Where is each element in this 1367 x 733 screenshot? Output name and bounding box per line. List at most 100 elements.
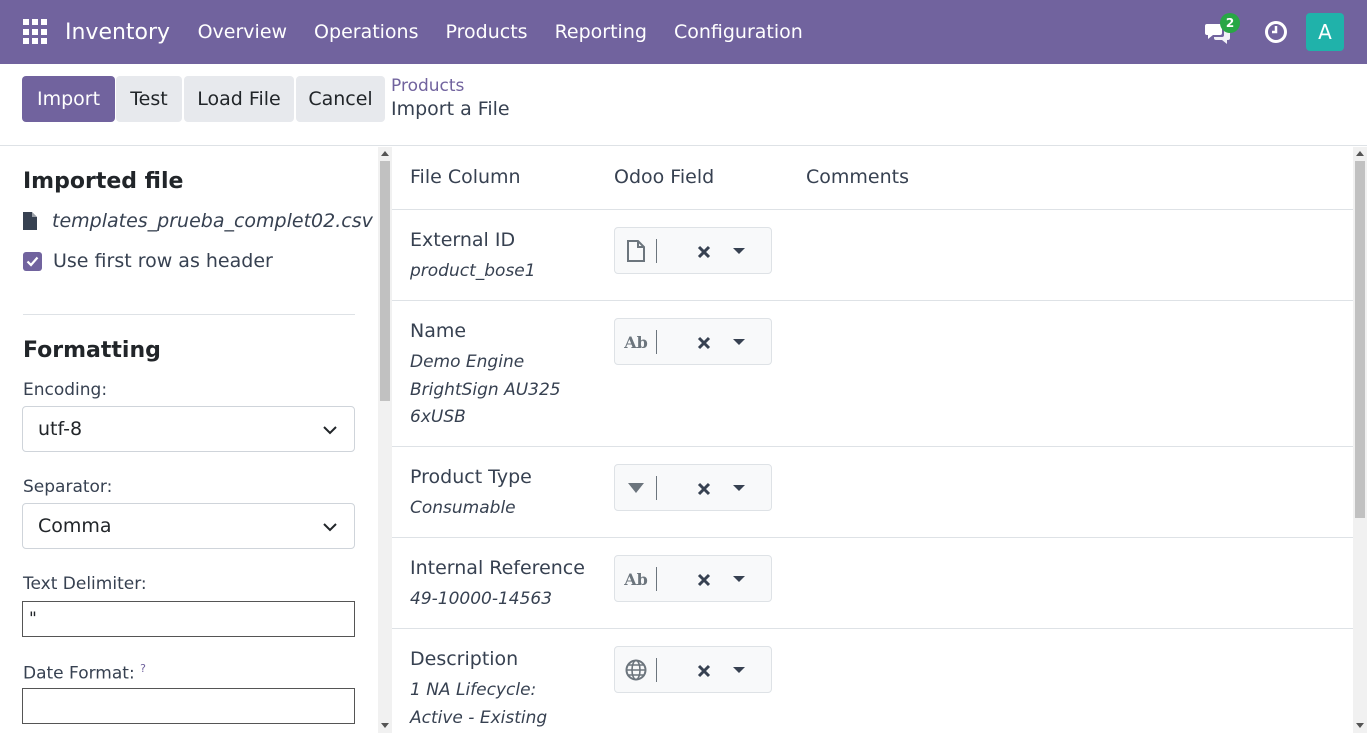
import-button[interactable]: Import	[22, 76, 115, 122]
odoo-field-select[interactable]	[614, 227, 772, 274]
odoo-field-select[interactable]	[614, 464, 772, 511]
text-ab-icon: Ab	[624, 569, 648, 589]
chevron-down-icon	[323, 426, 337, 435]
menu-configuration[interactable]: Configuration	[660, 21, 816, 43]
caret-down-icon[interactable]	[733, 485, 745, 491]
text-delimiter-label: Text Delimiter:	[23, 574, 147, 594]
use-first-row-header-row: Use first row as header	[23, 250, 273, 272]
odoo-field-select[interactable]	[614, 646, 772, 693]
clear-field-icon[interactable]	[696, 244, 712, 260]
header-comments: Comments	[806, 166, 909, 188]
messaging-button[interactable]: 2	[1204, 13, 1240, 47]
file-column-name: Description	[410, 648, 519, 670]
file-column-name: External ID	[410, 229, 516, 251]
breadcrumb-current: Import a File	[391, 98, 510, 120]
sample-line: Active - Existing	[410, 707, 548, 728]
sidebar-scrollbar-thumb[interactable]	[380, 161, 390, 401]
formatting-heading: Formatting	[23, 338, 161, 363]
menu-overview[interactable]: Overview	[184, 21, 300, 43]
scroll-down-arrow-icon[interactable]	[381, 723, 389, 728]
menu-reporting[interactable]: Reporting	[541, 21, 660, 43]
encoding-select[interactable]: utf-8	[22, 406, 355, 452]
caret-down-icon[interactable]	[733, 667, 745, 673]
separator-value: Comma	[38, 515, 112, 537]
imported-file-name: templates_prueba_complet02.csv	[52, 210, 373, 232]
table-row: Product Type Consumable	[392, 447, 1353, 538]
scroll-up-arrow-icon[interactable]	[381, 151, 389, 156]
file-column-sample: Consumable	[410, 495, 516, 523]
table-row: Name Demo Engine BrightSign AU325 6xUSB …	[392, 301, 1353, 447]
field-separator	[656, 239, 657, 263]
date-format-label-row: Date Format: ?	[23, 662, 146, 684]
test-button[interactable]: Test	[116, 76, 182, 122]
clear-field-icon[interactable]	[696, 335, 712, 351]
separator-label: Separator:	[23, 477, 113, 497]
date-format-label: Date Format:	[23, 663, 135, 684]
imported-file-row: templates_prueba_complet02.csv	[23, 210, 373, 232]
breadcrumb: Products Import a File	[391, 76, 510, 120]
table-header: File Column Odoo Field Comments	[392, 147, 1353, 210]
header-file-column: File Column	[410, 166, 521, 188]
field-separator	[656, 567, 657, 591]
encoding-value: utf-8	[38, 418, 83, 440]
field-separator	[656, 658, 657, 682]
field-separator	[656, 330, 657, 354]
menu-operations[interactable]: Operations	[301, 21, 432, 43]
sample-line: Consumable	[410, 498, 516, 518]
caret-down-icon[interactable]	[733, 576, 745, 582]
sample-line: Demo Engine	[410, 352, 525, 372]
sample-line: product_bose1	[410, 261, 536, 281]
caret-down-icon[interactable]	[733, 248, 745, 254]
check-icon	[26, 256, 39, 267]
messages-count-badge: 2	[1220, 13, 1240, 33]
control-panel: Import Test Load File Cancel Products Im…	[0, 64, 1367, 146]
clear-field-icon[interactable]	[696, 572, 712, 588]
separator-select[interactable]: Comma	[22, 503, 355, 549]
scroll-down-arrow-icon[interactable]	[1356, 723, 1364, 728]
file-icon	[624, 239, 648, 263]
file-icon	[23, 212, 37, 230]
header-odoo-field: Odoo Field	[614, 166, 715, 188]
encoding-label: Encoding:	[23, 380, 108, 400]
file-column-sample: 1 NA Lifecycle: Active - Existing	[410, 677, 547, 732]
cancel-button[interactable]: Cancel	[296, 76, 385, 122]
chevron-down-icon	[323, 523, 337, 532]
use-first-row-header-checkbox[interactable]	[23, 251, 42, 271]
field-separator	[656, 476, 657, 500]
table-row: Internal Reference 49-10000-14563 Ab	[392, 538, 1353, 629]
field-mapping-table: File Column Odoo Field Comments External…	[392, 147, 1353, 733]
date-format-input[interactable]	[22, 688, 355, 724]
odoo-field-select[interactable]: Ab	[614, 555, 772, 602]
navbar-systray: 2 A	[1204, 0, 1367, 64]
use-first-row-header-label: Use first row as header	[53, 250, 273, 272]
date-format-help-icon[interactable]: ?	[140, 662, 146, 675]
sidebar-divider	[23, 314, 355, 315]
clear-field-icon[interactable]	[696, 663, 712, 679]
scroll-up-arrow-icon[interactable]	[1356, 151, 1364, 156]
activity-clock-icon[interactable]	[1264, 20, 1288, 44]
breadcrumb-products[interactable]: Products	[391, 76, 510, 96]
globe-icon	[624, 658, 648, 682]
clear-field-icon[interactable]	[696, 481, 712, 497]
apps-menu-icon[interactable]	[23, 19, 49, 45]
odoo-field-select[interactable]: Ab	[614, 318, 772, 365]
file-column-sample: product_bose1	[410, 258, 536, 286]
text-delimiter-input[interactable]	[22, 601, 355, 637]
main-scrollbar-thumb[interactable]	[1355, 161, 1365, 518]
file-column-name: Internal Reference	[410, 557, 585, 579]
menu-products[interactable]: Products	[432, 21, 541, 43]
sample-line: 6xUSB	[410, 407, 466, 427]
sidebar-scrollbar[interactable]	[378, 147, 392, 733]
import-options-sidebar: Imported file templates_prueba_complet02…	[0, 147, 377, 733]
file-column-name: Product Type	[410, 466, 532, 488]
app-brand[interactable]: Inventory	[65, 20, 170, 45]
main-scrollbar[interactable]	[1353, 147, 1367, 733]
load-file-button[interactable]: Load File	[184, 76, 294, 122]
table-row: External ID product_bose1	[392, 210, 1353, 301]
sample-line: BrightSign AU325	[410, 379, 561, 400]
sample-line: 1 NA Lifecycle:	[410, 680, 537, 700]
table-row: Description 1 NA Lifecycle: Active - Exi…	[392, 629, 1353, 733]
user-avatar[interactable]: A	[1306, 13, 1344, 51]
imported-file-heading: Imported file	[23, 169, 184, 194]
caret-down-icon[interactable]	[733, 339, 745, 345]
